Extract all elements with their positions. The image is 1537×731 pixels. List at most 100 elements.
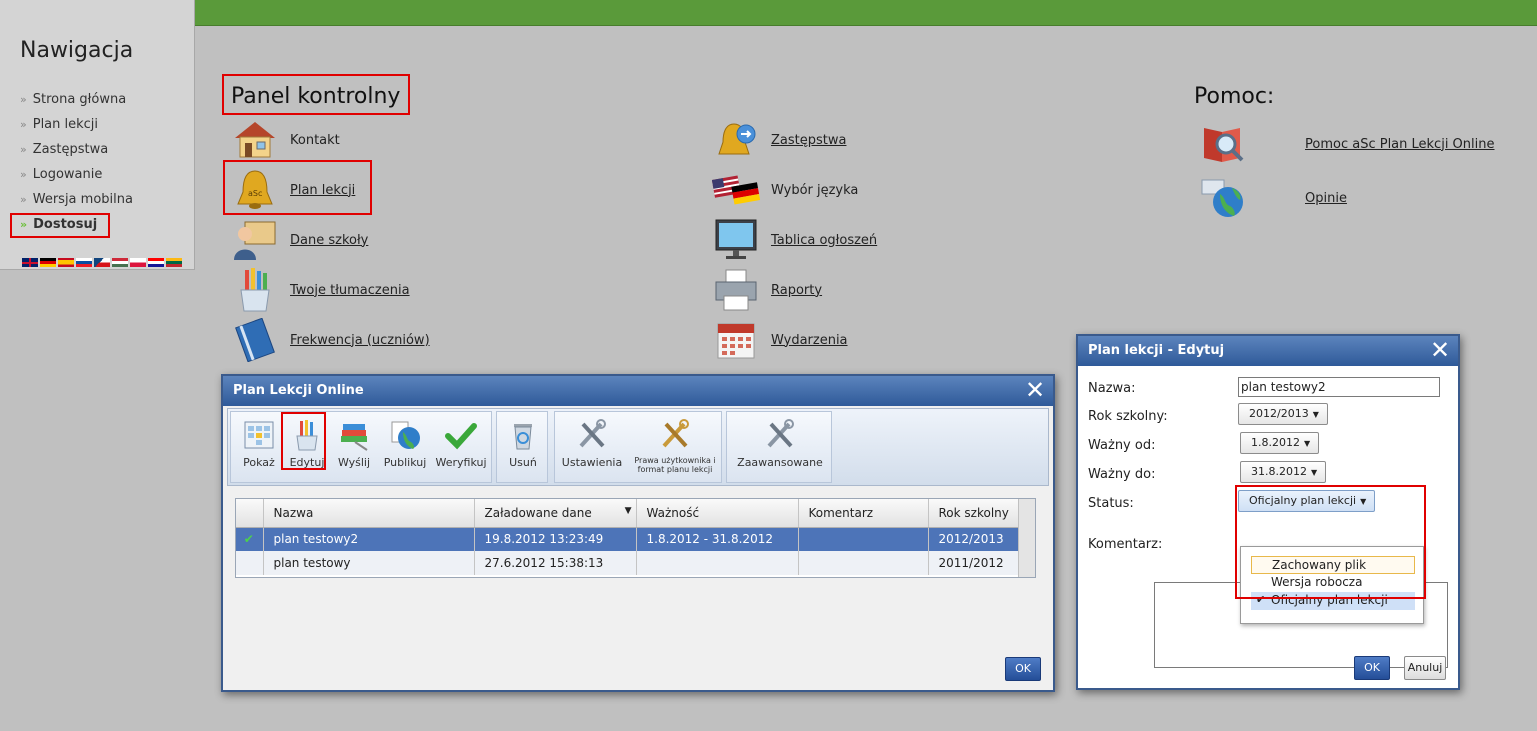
dialog-ok-button[interactable]: OK (1354, 656, 1390, 680)
valid-to-select[interactable]: 31.8.2012 ▼ (1240, 461, 1327, 483)
flags-icon (711, 168, 761, 212)
monitor-icon (712, 218, 760, 262)
close-icon[interactable]: ✕ (1428, 338, 1452, 362)
nav-item-mobile[interactable]: » Wersja mobilna (20, 190, 133, 215)
status-option-draft[interactable]: Wersja robocza (1251, 574, 1415, 592)
status-option-saved[interactable]: Zachowany plik (1251, 556, 1415, 574)
toolbar-group-advanced: Zaawansowane (726, 411, 832, 483)
nav-item-timetable[interactable]: » Plan lekcji (20, 115, 133, 140)
caret-down-icon: ▼ (1312, 410, 1319, 419)
send-button[interactable]: Wyślij (335, 418, 373, 469)
bell-swap-icon (712, 118, 760, 162)
croatian-flag[interactable] (148, 258, 164, 267)
verify-button[interactable]: Weryfikuj (433, 418, 489, 469)
translations-link[interactable]: Twoje tłumaczenia (290, 283, 410, 298)
timetables-table: Nazwa Załadowane dane ▼ Ważność Komentarz… (235, 498, 1036, 578)
status-select[interactable]: Oficjalny plan lekcji ▼ (1238, 490, 1376, 512)
valid-from-label: Ważny od: (1088, 438, 1156, 453)
help-item-feedback[interactable]: Opinie (1200, 176, 1347, 220)
nav-item-login[interactable]: » Logowanie (20, 165, 133, 190)
panel-item-reports[interactable]: Raporty (712, 268, 822, 312)
row-check-cell (236, 551, 264, 575)
caret-down-icon: ▼ (1303, 439, 1311, 448)
valid-to-label: Ważny do: (1088, 467, 1156, 482)
spanish-flag[interactable] (58, 258, 74, 267)
czech-flag[interactable] (94, 258, 110, 267)
recycle-bin-icon (506, 418, 540, 452)
name-label: Nazwa: (1088, 381, 1136, 396)
globe-icon (1200, 176, 1248, 220)
tools-icon (575, 418, 609, 452)
school-data-link[interactable]: Dane szkoły (290, 233, 368, 248)
nav-item-home[interactable]: » Strona główna (20, 90, 133, 115)
user-rights-button[interactable]: Prawa użytkownika i format planu lekcji (631, 418, 719, 474)
checkmark-icon: ✔ (1256, 593, 1266, 606)
table-header: Nazwa Załadowane dane ▼ Ważność Komentarz… (236, 499, 1020, 528)
grid-view-icon (242, 418, 276, 452)
delete-button[interactable]: Usuń (501, 418, 545, 469)
main-ok-button[interactable]: OK (1005, 657, 1041, 681)
dialog-cancel-button[interactable]: Anuluj (1404, 656, 1446, 680)
toolbar-group-delete: Usuń (496, 411, 548, 483)
panel-item-school-data[interactable]: Dane szkoły (231, 218, 368, 262)
school-year-select[interactable]: 2012/2013 ▼ (1238, 403, 1328, 425)
settings-button[interactable]: Ustawienia (559, 418, 625, 469)
panel-item-timetable[interactable]: aSc Plan lekcji (231, 168, 355, 212)
dialog-title: Plan lekcji - Edytuj (1088, 343, 1225, 358)
column-header-year[interactable]: Rok szkolny (928, 499, 1020, 528)
notice-board-link[interactable]: Tablica ogłoszeń (771, 233, 877, 248)
reports-link[interactable]: Raporty (771, 283, 822, 298)
dialog-body: Nazwa: Rok szkolny: Ważny od: Ważny do: … (1078, 366, 1458, 688)
pencils-cup-icon (231, 268, 279, 312)
panel-item-substitutions[interactable]: Zastępstwa (712, 118, 846, 162)
publish-globe-icon (388, 418, 422, 452)
attendance-link[interactable]: Frekwencja (uczniów) (290, 333, 430, 348)
help-manual-link[interactable]: Pomoc aSc Plan Lekcji Online (1305, 137, 1495, 152)
advanced-button[interactable]: Zaawansowane (731, 418, 829, 469)
timetable-link[interactable]: Plan lekcji (290, 183, 355, 198)
window-title: Plan Lekcji Online (233, 383, 364, 398)
control-panel-title: Panel kontrolny (231, 84, 401, 109)
table-scrollbar[interactable] (1018, 499, 1035, 577)
checkmark-icon (444, 418, 478, 452)
column-header-loaded[interactable]: Załadowane dane ▼ (474, 499, 637, 528)
hungarian-flag[interactable] (112, 258, 128, 267)
tools-icon (763, 418, 797, 452)
panel-item-attendance[interactable]: Frekwencja (uczniów) (231, 317, 430, 363)
printer-icon (712, 268, 760, 312)
column-header-comment[interactable]: Komentarz (798, 499, 929, 528)
panel-item-contact[interactable]: Kontakt (231, 118, 340, 162)
substitutions-link[interactable]: Zastępstwa (771, 133, 846, 148)
publish-button[interactable]: Publikuj (381, 418, 429, 469)
status-option-official[interactable]: ✔ Oficjalny plan lekcji (1251, 592, 1415, 610)
slovak-flag[interactable] (76, 258, 92, 267)
table-row[interactable]: plan testowy 27.6.2012 15:38:13 2011/201… (236, 551, 1020, 575)
highlight-frame (10, 213, 110, 238)
toolbar-group-settings: Ustawienia Prawa użytkownika i format pl… (554, 411, 722, 483)
checkmark-icon: ✔ (243, 532, 254, 547)
column-header-name[interactable]: Nazwa (263, 499, 475, 528)
polish-flag[interactable] (130, 258, 146, 267)
german-flag[interactable] (40, 258, 56, 267)
table-row[interactable]: ✔ plan testowy2 19.8.2012 13:23:49 1.8.2… (236, 527, 1020, 551)
language-label: Wybór języka (771, 182, 859, 198)
feedback-link[interactable]: Opinie (1305, 191, 1347, 206)
panel-item-events[interactable]: Wydarzenia (712, 318, 848, 362)
language-flags (22, 258, 182, 267)
lithuanian-flag[interactable] (166, 258, 182, 267)
panel-item-translations[interactable]: Twoje tłumaczenia (231, 268, 410, 312)
dialog-titlebar: Plan lekcji - Edytuj ✕ (1078, 336, 1458, 366)
show-button[interactable]: Pokaż (235, 418, 283, 469)
help-item-manual[interactable]: Pomoc aSc Plan Lekcji Online (1200, 122, 1495, 166)
close-icon[interactable]: ✕ (1023, 378, 1047, 402)
events-link[interactable]: Wydarzenia (771, 333, 848, 348)
nav-item-substitutions[interactable]: » Zastępstwa (20, 140, 133, 165)
name-input[interactable]: plan testowy2 (1238, 377, 1440, 397)
plan-lekcji-online-window: Plan Lekcji Online ✕ Pokaż Edytuj Wyślij… (221, 374, 1055, 692)
panel-item-language[interactable]: Wybór języka (711, 168, 859, 212)
column-header-validity[interactable]: Ważność (636, 499, 799, 528)
panel-item-notice-board[interactable]: Tablica ogłoszeń (712, 218, 877, 262)
edit-button[interactable]: Edytuj (287, 418, 327, 469)
english-flag[interactable] (22, 258, 38, 267)
valid-from-select[interactable]: 1.8.2012 ▼ (1240, 432, 1320, 454)
